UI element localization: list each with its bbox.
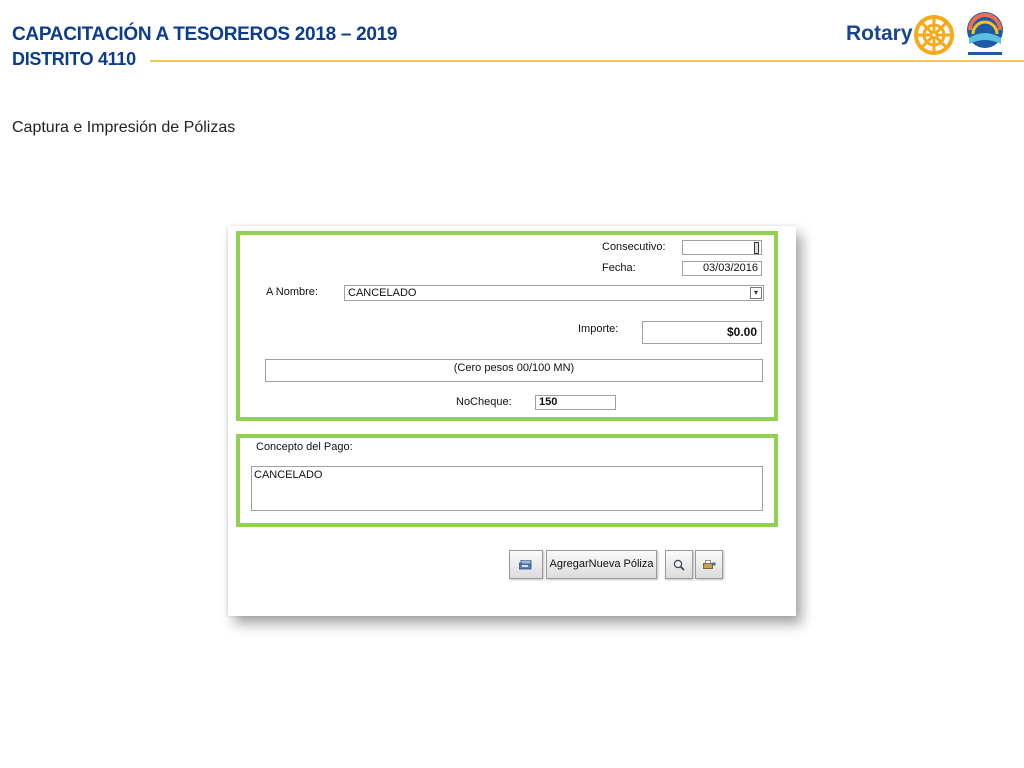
no-cheque-label: NoCheque: [456, 396, 512, 408]
save-button[interactable] [509, 550, 543, 579]
chevron-down-icon[interactable]: ▾ [750, 287, 762, 299]
agregar-nueva-poliza-button[interactable]: AgregarNueva Póliza [546, 550, 657, 579]
importe-field[interactable]: $0.00 [642, 321, 762, 344]
fecha-field[interactable]: 03/03/2016 [682, 261, 762, 276]
consecutivo-label: Consecutivo: [602, 241, 666, 253]
section-subtitle: Captura e Impresión de Pólizas [12, 119, 236, 136]
consecutivo-field[interactable] [682, 240, 762, 255]
a-nombre-value: CANCELADO [348, 287, 417, 299]
district-title: DISTRITO 4110 [12, 49, 136, 69]
a-nombre-label: A Nombre: [266, 286, 318, 298]
rotary-wordmark: Rotary [846, 22, 913, 45]
importe-en-letras: (Cero pesos 00/100 MN) [265, 359, 763, 382]
header-divider [150, 60, 1024, 62]
importe-label: Importe: [578, 323, 619, 335]
magnifier-icon [673, 559, 685, 571]
text-caret-icon [754, 242, 759, 254]
a-nombre-select[interactable]: CANCELADO ▾ [344, 285, 764, 301]
concepto-textarea[interactable]: CANCELADO [251, 466, 763, 511]
print-icon [703, 559, 716, 569]
page-title: CAPACITACIÓN A TESOREROS 2018 – 2019 [12, 24, 398, 45]
concepto-label: Concepto del Pago: [256, 441, 353, 453]
fecha-label: Fecha: [602, 262, 636, 274]
search-button[interactable] [665, 550, 693, 579]
rotary-wheel-icon [914, 15, 954, 55]
theme-logo-icon [967, 12, 1003, 55]
print-button[interactable] [695, 550, 723, 579]
no-cheque-field[interactable]: 150 [535, 395, 616, 410]
save-disk-icon [519, 559, 532, 569]
